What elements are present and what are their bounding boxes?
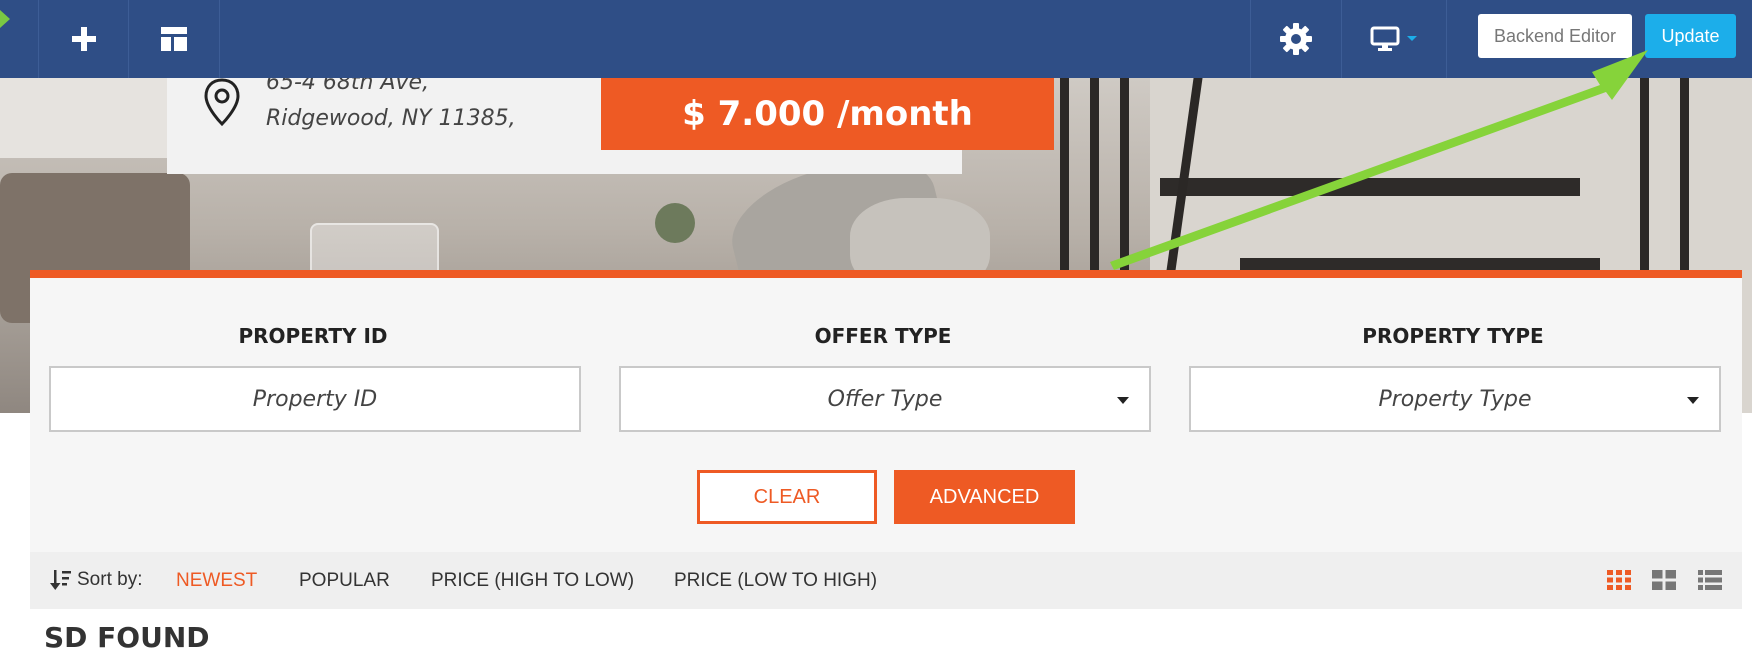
responsive-view-dropdown[interactable] [1342, 0, 1446, 78]
property-type-label: PROPERTY TYPE [1362, 324, 1544, 348]
grid-small-icon[interactable] [1607, 570, 1631, 595]
update-button[interactable]: Update [1645, 14, 1736, 58]
location-pin-icon [204, 78, 240, 133]
property-id-label: PROPERTY ID [238, 324, 388, 348]
sort-price-low-high[interactable]: PRICE (LOW TO HIGH) [674, 570, 877, 592]
sort-bar: Sort by: NEWEST POPULAR PRICE (HIGH TO L… [30, 552, 1742, 609]
sort-newest[interactable]: NEWEST [176, 570, 257, 592]
templates-button[interactable] [129, 0, 219, 78]
advanced-button[interactable]: ADVANCED [894, 470, 1075, 524]
list-icon[interactable] [1698, 570, 1722, 595]
sort-by-label: Sort by: [77, 569, 143, 590]
add-element-button[interactable] [39, 0, 128, 78]
property-type-value: Property Type [1378, 386, 1532, 412]
sort-price-high-low[interactable]: PRICE (HIGH TO LOW) [431, 570, 634, 592]
address-line-2: Ridgewood, NY 11385, [266, 106, 516, 131]
clear-button[interactable]: CLEAR [697, 470, 877, 524]
property-search-panel: PROPERTY ID Property ID OFFER TYPE Offer… [30, 270, 1742, 560]
property-id-input[interactable]: Property ID [49, 366, 581, 432]
gear-icon [1280, 23, 1312, 55]
grid-large-icon[interactable] [1652, 570, 1676, 595]
layout-icon [161, 27, 187, 51]
offer-type-value: Offer Type [827, 386, 943, 412]
dropdown-caret-icon [1687, 397, 1699, 404]
results-found-heading: SD FOUND [44, 621, 210, 654]
price-badge: $ 7.000 /month [601, 78, 1054, 150]
property-id-placeholder: Property ID [252, 386, 378, 412]
sort-icon [50, 569, 72, 596]
dropdown-caret-icon [1117, 397, 1129, 404]
plus-icon [71, 27, 96, 51]
settings-button[interactable] [1251, 0, 1341, 78]
property-type-select[interactable]: Property Type [1189, 366, 1721, 432]
offer-type-select[interactable]: Offer Type [619, 366, 1151, 432]
sort-popular[interactable]: POPULAR [299, 570, 390, 592]
offer-type-label: OFFER TYPE [814, 324, 952, 348]
desktop-icon [1370, 26, 1400, 51]
editor-toolbar: Backend Editor Update [0, 0, 1752, 78]
edge-arrow-icon [0, 10, 10, 28]
chevron-down-icon [1407, 36, 1417, 41]
backend-editor-button[interactable]: Backend Editor [1478, 14, 1632, 58]
